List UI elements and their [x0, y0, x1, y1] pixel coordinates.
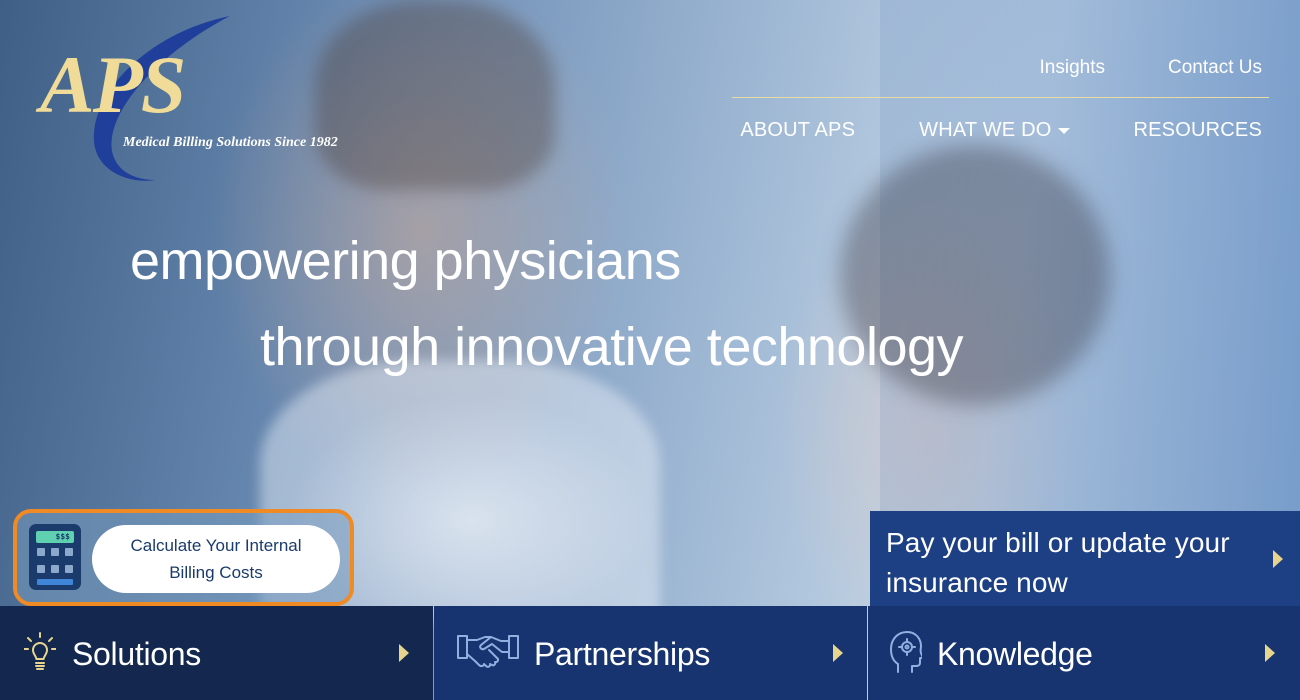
- calculator-key-bar: [37, 579, 73, 585]
- main-nav: ABOUT APS WHAT WE DO RESOURCES: [740, 119, 1262, 142]
- brain-head-icon: [890, 631, 922, 673]
- nav-link-insights[interactable]: Insights: [1040, 57, 1105, 79]
- tile-solutions-label: Solutions: [72, 636, 201, 672]
- tile-knowledge-label: Knowledge: [937, 636, 1093, 672]
- logo-brand-text: APS: [40, 39, 186, 130]
- hero-headline-line1: empowering physicians: [130, 231, 681, 291]
- tile-partnerships[interactable]: Partnerships: [434, 606, 867, 700]
- calculator-keys: [37, 548, 73, 576]
- nav-link-what-we-do-label: WHAT WE DO: [919, 119, 1052, 141]
- tile-solutions[interactable]: Solutions: [0, 606, 433, 700]
- nav-link-what-we-do[interactable]: WHAT WE DO: [919, 119, 1070, 142]
- arrow-right-icon: [399, 644, 409, 662]
- pay-bill-text: Pay your bill or update your insurance n…: [886, 527, 1230, 598]
- logo-tagline: Medical Billing Solutions Since 1982: [123, 135, 338, 150]
- nav-divider: [732, 97, 1269, 98]
- aps-logo[interactable]: APS Medical Billing Solutions Since 1982: [30, 12, 390, 192]
- hero-headline-line2: through innovative technology: [260, 317, 964, 377]
- calculator-cta[interactable]: $$$ Calculate Your Internal Billing Cost…: [13, 509, 354, 606]
- arrow-right-icon: [833, 644, 843, 662]
- calculate-costs-button[interactable]: Calculate Your Internal Billing Costs: [92, 525, 340, 593]
- nav-link-about-aps[interactable]: ABOUT APS: [740, 119, 855, 142]
- caret-down-icon: [1057, 127, 1070, 134]
- nav-link-contact-us[interactable]: Contact Us: [1168, 57, 1262, 79]
- handshake-icon: [457, 635, 519, 668]
- arrow-right-icon: [1273, 550, 1283, 568]
- lightbulb-icon: [24, 632, 56, 670]
- utility-nav: Insights Contact Us: [1040, 57, 1262, 79]
- arrow-right-icon: [1265, 644, 1275, 662]
- tile-knowledge[interactable]: Knowledge: [868, 606, 1300, 700]
- pay-bill-panel[interactable]: Pay your bill or update your insurance n…: [870, 511, 1300, 606]
- calculator-icon: $$$: [29, 524, 81, 590]
- nav-link-resources[interactable]: RESOURCES: [1134, 119, 1263, 142]
- tile-partnerships-label: Partnerships: [534, 636, 711, 672]
- calculator-screen: $$$: [36, 531, 74, 543]
